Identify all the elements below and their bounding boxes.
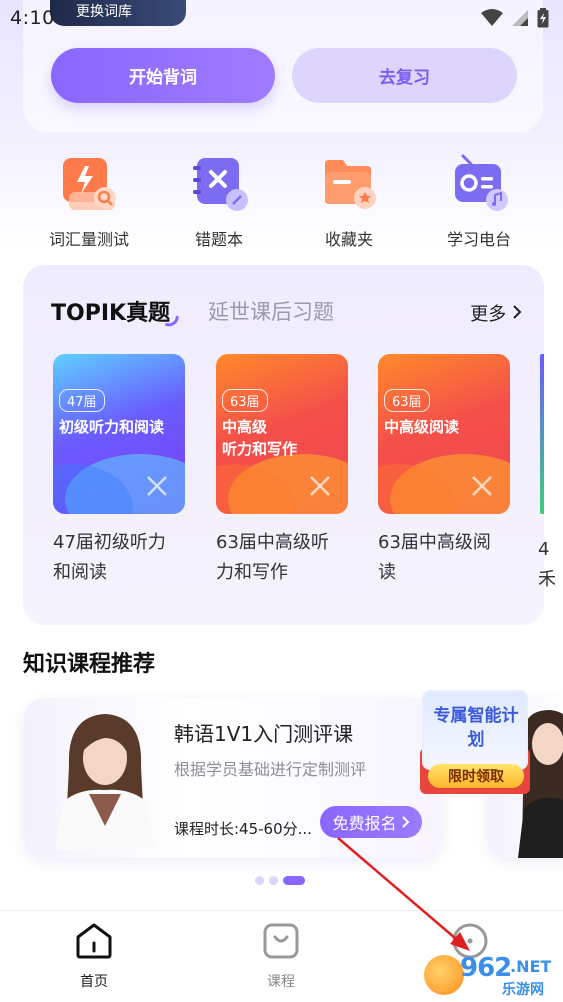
- battery-icon: [537, 8, 549, 28]
- paper-card[interactable]: 63届 中高级阅读 63届中高级阅读: [378, 354, 514, 588]
- nav-course[interactable]: 课程: [241, 921, 321, 991]
- free-signup-button[interactable]: 免费报名: [320, 806, 422, 838]
- cover-title: 中高级阅读: [384, 418, 460, 436]
- chevron-right-icon: [401, 816, 409, 828]
- status-time: 4:10: [10, 7, 55, 29]
- promo-claim-button[interactable]: 限时领取: [428, 764, 524, 788]
- signup-label: 免费报名: [332, 814, 397, 833]
- quick-label: 词汇量测试: [48, 230, 129, 249]
- quick-label: 错题本: [194, 230, 243, 249]
- favorites-folder-icon: [319, 152, 379, 212]
- cover-title: 初级听力和阅读: [59, 418, 165, 436]
- nav-home[interactable]: 首页: [54, 921, 134, 991]
- start-memorize-button[interactable]: 开始背词: [51, 48, 275, 103]
- course-name: 韩语1V1入门测评课: [174, 722, 354, 746]
- paper-card-peek[interactable]: [540, 354, 544, 514]
- status-bar: 4:10: [0, 0, 563, 36]
- more-label: 更多: [470, 304, 507, 325]
- quick-wrong-book[interactable]: 错题本: [164, 152, 274, 250]
- status-icons: [481, 8, 549, 28]
- site-watermark: 962 .NET 乐游网: [422, 953, 562, 999]
- course-card[interactable]: 韩语1V1入门测评课 根据学员基础进行定制测评 课程时长:45-60分... 免…: [24, 698, 442, 858]
- paper-card[interactable]: 47届 初级听力和阅读 47届初级听力和阅读: [53, 354, 189, 588]
- paper-badge: 63届: [222, 389, 268, 412]
- paper-card[interactable]: 63届 中高级 听力和写作 63届中高级听力和写作: [216, 354, 352, 588]
- course-desc: 根据学员基础进行定制测评: [174, 760, 367, 779]
- paper-badge: 47届: [59, 389, 105, 412]
- paper-badge: 63届: [384, 389, 430, 412]
- chevron-right-icon: [513, 305, 522, 319]
- course-bag-icon: [263, 923, 299, 959]
- tab-yonsei[interactable]: 延世课后习题: [208, 296, 334, 326]
- carousel-dot-active: [283, 876, 305, 885]
- wrong-book-icon: [189, 152, 249, 212]
- topik-panel: TOPIK真题 延世课后习题 更多 47届 初级听力和阅读 47届初级听力和阅读…: [23, 265, 544, 625]
- paper-name: 47届初级听力和阅读: [53, 532, 166, 583]
- pencil-ruler-icon: [472, 476, 492, 496]
- paper-cover: 63届 中高级阅读: [378, 354, 510, 514]
- more-link[interactable]: 更多: [470, 300, 522, 326]
- quick-actions: 词汇量测试 错题本 收藏夹 学习电台: [0, 152, 563, 252]
- tab-topik[interactable]: TOPIK真题: [51, 295, 170, 327]
- quick-favorites[interactable]: 收藏夹: [294, 152, 404, 250]
- signal-icon: [512, 10, 528, 26]
- quick-label: 学习电台: [446, 230, 511, 249]
- home-icon: [76, 923, 112, 959]
- nav-label: 首页: [80, 974, 108, 990]
- teacher-avatar: [55, 714, 155, 850]
- nav-label: 课程: [267, 974, 295, 990]
- vocab-test-icon: [59, 152, 119, 212]
- section-title: 知识课程推荐: [23, 652, 156, 677]
- paper-name: 63届中高级听力和写作: [216, 532, 329, 583]
- course-duration: 课程时长:45-60分...: [174, 820, 312, 838]
- carousel-dot: [269, 876, 278, 885]
- paper-cover: 47届 初级听力和阅读: [53, 354, 185, 514]
- paper-name: 63届中高级阅读: [378, 532, 491, 583]
- watermark-net: .NET: [510, 957, 552, 976]
- promo-title: 专属智能计划: [433, 706, 519, 750]
- watermark-logo-icon: [424, 955, 464, 995]
- quick-vocab-test[interactable]: 词汇量测试: [34, 152, 144, 250]
- cover-title: 中高级 听力和写作: [222, 418, 298, 458]
- carousel-dot: [255, 876, 264, 885]
- watermark-sub: 乐游网: [502, 982, 544, 998]
- radio-icon: [449, 152, 509, 212]
- quick-label: 收藏夹: [324, 230, 373, 249]
- tab-active-indicator: [165, 314, 179, 328]
- wifi-icon: [481, 9, 503, 26]
- quick-radio[interactable]: 学习电台: [424, 152, 534, 250]
- pencil-ruler-icon: [147, 476, 167, 496]
- carousel-dots: [255, 876, 305, 885]
- paper-name-peek: 4 禾: [538, 539, 556, 590]
- paper-cover: 63届 中高级 听力和写作: [216, 354, 348, 514]
- review-button[interactable]: 去复习: [292, 48, 517, 103]
- promo-plan-badge[interactable]: 专属智能计划 限时领取: [420, 690, 530, 802]
- pencil-ruler-icon: [310, 476, 330, 496]
